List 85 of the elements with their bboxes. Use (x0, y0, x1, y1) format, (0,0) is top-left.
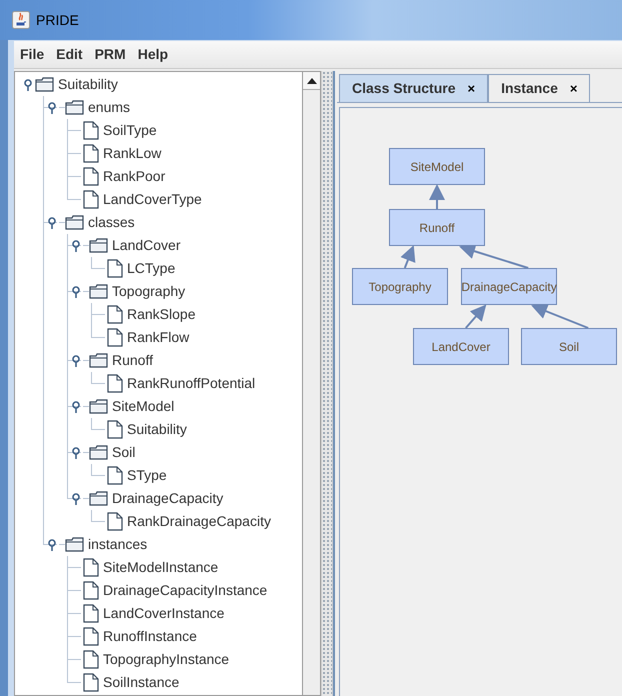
tree-item[interactable]: LCType (127, 258, 176, 279)
folder-icon (89, 445, 108, 460)
expanded-handle-icon[interactable] (48, 216, 56, 228)
tree-item[interactable]: instances (88, 534, 148, 555)
tree-item[interactable]: SoilType (103, 120, 157, 141)
expanded-handle-icon[interactable] (72, 446, 80, 458)
expanded-handle-icon[interactable] (72, 354, 80, 366)
file-icon (107, 466, 123, 485)
menu-item[interactable]: Help (138, 44, 168, 65)
window-title: PRIDE (36, 10, 79, 30)
expanded-handle-icon[interactable] (48, 102, 56, 114)
file-icon (107, 512, 123, 531)
folder-icon (89, 399, 108, 414)
tree-item[interactable]: LandCover (112, 235, 180, 256)
expanded-handle-icon[interactable] (24, 78, 32, 90)
menu-item[interactable]: PRM (94, 44, 126, 65)
file-icon (107, 328, 123, 347)
tree-item[interactable]: Suitability (127, 419, 187, 440)
inheritance-arrow (465, 304, 486, 329)
tab[interactable]: Class Structure × (339, 74, 488, 102)
file-icon (107, 259, 123, 278)
file-icon (107, 420, 123, 439)
tree-item[interactable]: RankRunoffPotential (127, 373, 256, 394)
tree-item[interactable]: TopographyInstance (103, 649, 230, 670)
folder-icon (89, 284, 108, 299)
folder-icon (89, 353, 108, 368)
tree-item[interactable]: enums (88, 97, 130, 118)
file-icon (83, 190, 99, 209)
tree-item[interactable]: DrainageCapacity (112, 488, 224, 509)
class-node[interactable]: DrainageCapacity (461, 268, 557, 305)
tree-item[interactable]: Soil (112, 442, 136, 463)
folder-icon (65, 537, 84, 552)
class-node[interactable]: LandCover (413, 328, 509, 365)
tree-item[interactable]: RunoffInstance (103, 626, 197, 647)
inheritance-arrow (459, 244, 528, 269)
class-node[interactable]: Soil (521, 328, 617, 365)
class-node[interactable]: Topography (352, 268, 448, 305)
file-icon (83, 558, 99, 577)
expanded-handle-icon[interactable] (72, 492, 80, 504)
tree-item[interactable]: SiteModelInstance (103, 557, 218, 578)
file-icon (107, 374, 123, 393)
tree-item[interactable]: RankSlope (127, 304, 196, 325)
inheritance-arrow (429, 184, 445, 209)
file-icon (83, 650, 99, 669)
menu-item[interactable]: File (20, 44, 44, 65)
tree-item[interactable]: DrainageCapacityInstance (103, 580, 268, 601)
folder-icon (89, 491, 108, 506)
expanded-handle-icon[interactable] (48, 538, 56, 550)
file-icon (83, 604, 99, 623)
tree-item[interactable]: Runoff (112, 350, 153, 371)
menu-item[interactable]: Edit (56, 44, 83, 65)
tree-item[interactable]: RankPoor (103, 166, 166, 187)
inheritance-arrow (531, 304, 589, 329)
folder-icon (65, 100, 84, 115)
expanded-handle-icon[interactable] (72, 240, 80, 252)
tree-item[interactable]: LandCoverType (103, 189, 202, 210)
tree-item[interactable]: Topography (112, 281, 186, 302)
file-icon (107, 305, 123, 324)
file-icon (83, 581, 99, 600)
file-icon (83, 144, 99, 163)
tree-item[interactable]: SoilInstance (103, 672, 180, 693)
tree-item[interactable]: SiteModel (112, 396, 174, 417)
up-arrow-icon[interactable] (306, 78, 316, 84)
class-node[interactable]: Runoff (389, 209, 485, 246)
tree-item[interactable]: SType (127, 465, 167, 486)
class-node[interactable]: SiteModel (389, 148, 485, 185)
expanded-handle-icon[interactable] (72, 286, 80, 298)
file-icon (83, 673, 99, 692)
tab[interactable]: Instance × (488, 74, 590, 102)
tree-item[interactable]: Suitability (58, 74, 118, 95)
folder-icon (65, 215, 84, 230)
file-icon (83, 121, 99, 140)
file-icon (83, 627, 99, 646)
tree-item[interactable]: LandCoverInstance (103, 603, 224, 624)
tree-item[interactable]: RankLow (103, 143, 162, 164)
expanded-handle-icon[interactable] (72, 400, 80, 412)
folder-icon (35, 77, 54, 92)
close-tab-button[interactable]: × (570, 78, 578, 98)
inheritance-arrow (400, 245, 416, 268)
tree-item[interactable]: RankDrainageCapacity (127, 511, 271, 532)
file-icon (83, 167, 99, 186)
tree-item[interactable]: classes (88, 212, 135, 233)
folder-icon (89, 238, 108, 253)
close-tab-button[interactable]: × (467, 78, 476, 98)
tree-item[interactable]: RankFlow (127, 327, 190, 348)
